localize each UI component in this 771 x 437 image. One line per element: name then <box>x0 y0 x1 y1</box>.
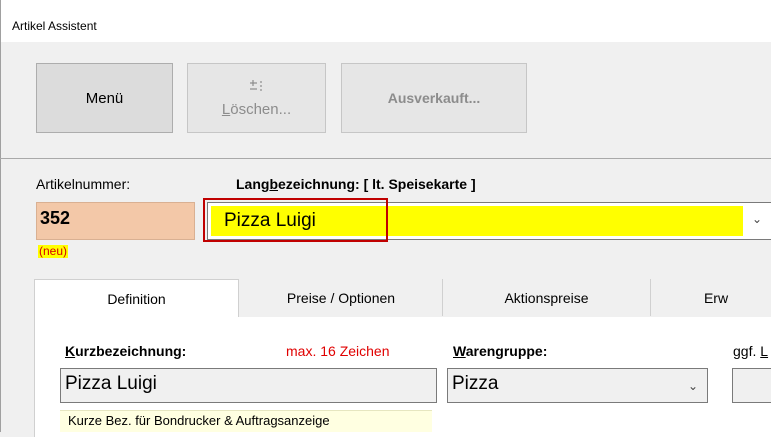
annotation-highlight-box <box>203 198 388 242</box>
tab-definition-label: Definition <box>107 291 166 307</box>
tab-definition[interactable]: Definition <box>34 279 239 318</box>
short-description-input[interactable]: Pizza Luigi <box>60 368 437 403</box>
tooltip-hint: Kurze Bez. für Bondrucker & Auftragsanze… <box>60 410 432 432</box>
title-bar: Artikel Assistent <box>0 0 771 42</box>
sold-out-button-label: Ausverkauft... <box>387 90 481 106</box>
menu-button[interactable]: Menü <box>36 63 173 133</box>
tab-extended[interactable]: Erw <box>651 279 771 316</box>
new-badge: (neu) <box>38 244 69 258</box>
tab-extended-label: Erw <box>703 289 729 306</box>
delete-button[interactable]: Löschen... <box>187 63 326 133</box>
chevron-down-icon[interactable]: ⌄ <box>752 212 762 226</box>
article-number-value: 352 <box>40 208 71 228</box>
tab-prices-options[interactable]: Preise / Optionen <box>240 279 443 316</box>
short-description-label: Kurzbezeichnung: <box>65 343 187 359</box>
delete-button-label: Löschen... <box>221 100 292 118</box>
menu-button-label: Menü <box>85 89 124 107</box>
tab-promotional-prices[interactable]: Aktionspreise <box>443 279 651 316</box>
long-description-label: Langbezeichnung: [ lt. Speisekarte ] <box>236 176 476 192</box>
product-group-select[interactable]: Pizza <box>447 368 708 403</box>
article-number-label: Artikelnummer: <box>36 176 131 192</box>
optional-field-label: ggf. L <box>733 343 769 359</box>
optional-field-input[interactable] <box>732 368 771 403</box>
product-group-label: Warengruppe: <box>453 343 548 359</box>
toolbar-separator <box>0 158 771 159</box>
chevron-down-icon[interactable]: ⌄ <box>688 379 698 393</box>
max-chars-hint: max. 16 Zeichen <box>286 343 390 359</box>
window-title: Artikel Assistent <box>12 19 97 33</box>
tab-promotional-prices-label: Aktionspreise <box>504 289 589 306</box>
tab-prices-options-label: Preise / Optionen <box>286 289 396 306</box>
sold-out-button[interactable]: Ausverkauft... <box>341 63 527 133</box>
window-border <box>0 0 1 432</box>
eraser-icon <box>249 79 265 95</box>
